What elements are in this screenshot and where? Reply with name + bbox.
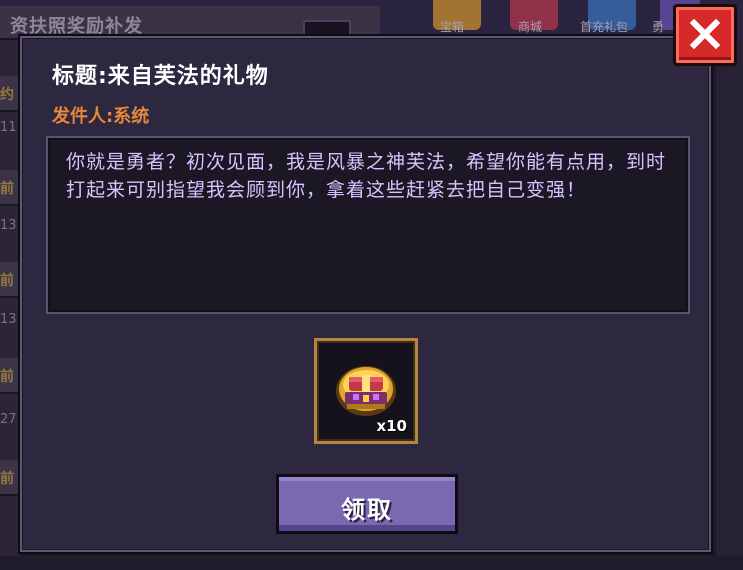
message-box[interactable]: 你就是勇者？初次见面，我是风暴之神芙法，希望你能有点用，到时打起来可别指望我会顾… <box>46 136 690 314</box>
bg-gift-label: 首充礼包 <box>580 20 629 34</box>
bg-mail-count: 13 <box>0 218 17 233</box>
bg-chest-label: 宝箱 <box>440 20 465 34</box>
bg-mail-list: 约 11 前 13 前 13 前 27 前 <box>0 40 20 570</box>
mail-sender: 发件人:系统 <box>52 106 150 127</box>
mail-title: 标题:来自芙法的礼物 <box>52 64 269 89</box>
bg-mail-count: 27 <box>0 412 17 427</box>
claim-button-label: 领取 <box>341 496 393 524</box>
reward-slot[interactable]: x10 <box>314 338 418 444</box>
bg-bottom-strip <box>0 556 743 570</box>
bg-mail-row: 前 <box>0 170 20 206</box>
bg-mail-row: 前 <box>0 358 20 394</box>
bg-mail-row: 前 <box>0 262 20 298</box>
bg-right-panel <box>716 40 743 570</box>
mail-dialog: 标题:来自芙法的礼物 发件人:系统 你就是勇者？初次见面，我是风暴之神芙法，希望… <box>18 34 713 554</box>
treasure-chest-icon <box>336 366 396 416</box>
close-button[interactable] <box>673 4 737 66</box>
bg-mail-count: 11 <box>0 120 17 135</box>
bg-shop-label: 商城 <box>518 20 543 34</box>
close-icon <box>690 19 720 49</box>
reward-quantity: x10 <box>376 417 407 435</box>
bg-mail-row: 约 <box>0 76 20 112</box>
bg-hero-label: 勇 <box>652 20 665 34</box>
message-text: 你就是勇者？初次见面，我是风暴之神芙法，希望你能有点用，到时打起来可别指望我会顾… <box>66 151 667 201</box>
bg-mail-row: 前 <box>0 460 20 496</box>
bg-mail-count: 13 <box>0 312 17 327</box>
claim-button[interactable]: 领取 <box>276 474 458 534</box>
